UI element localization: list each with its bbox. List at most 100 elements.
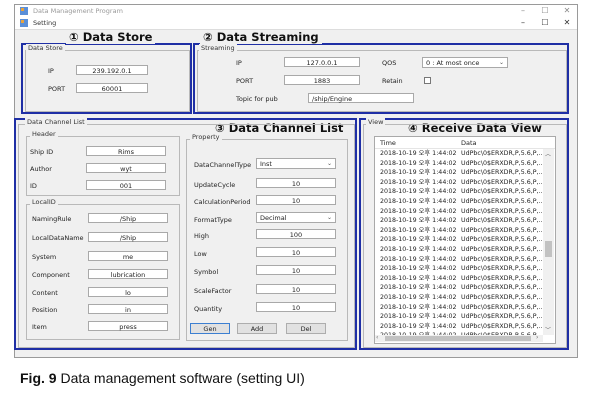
list-item[interactable]: 2018-10-19 오후 1:44:02 UdPbc\0$ERXDR,P,5.6…	[375, 293, 543, 303]
form-title-bar: Setting – ☐ ✕	[15, 17, 577, 30]
local-data-name-input[interactable]: /Ship	[88, 232, 168, 242]
update-cycle-input[interactable]: 10	[256, 178, 336, 188]
low-input[interactable]: 10	[256, 247, 336, 257]
content-label: Content	[32, 289, 58, 297]
content-input[interactable]: lo	[88, 287, 168, 297]
list-item-data: UdPbc\0$ERXDR,P,5.6,P,...	[461, 159, 543, 167]
list-item-data: UdPbc\0$ERXDR,P,5.6,P,...	[461, 169, 543, 177]
scroll-up-icon[interactable]: ︿	[545, 149, 551, 158]
list-item[interactable]: 2018-10-19 오후 1:44:02 UdPbc\0$ERXDR,P,5.6…	[375, 312, 543, 322]
list-item[interactable]: 2018-10-19 오후 1:44:02 UdPbc\0$ERXDR,P,5.6…	[375, 274, 543, 284]
symbol-input[interactable]: 10	[256, 265, 336, 275]
format-type-value: Decimal	[260, 214, 287, 222]
low-label: Low	[194, 250, 207, 258]
streaming-group-label: Streaming	[199, 44, 237, 52]
property-group-label: Property	[190, 133, 222, 141]
figure-caption-text: Data management software (setting UI)	[60, 370, 305, 386]
naming-rule-label: NamingRule	[32, 215, 72, 223]
data-store-port-input[interactable]: 60001	[76, 83, 148, 93]
streaming-ip-input[interactable]: 127.0.0.1	[284, 57, 360, 67]
form-minimize-button[interactable]: –	[513, 18, 533, 28]
list-item-data: UdPbc\0$ERXDR,P,5.6,P,...	[461, 303, 543, 311]
minimize-button[interactable]: –	[513, 6, 533, 16]
list-item[interactable]: 2018-10-19 오후 1:44:02 UdPbc\0$ERXDR,P,5.6…	[375, 245, 543, 255]
receive-data-listview[interactable]: Time Data 2018-10-19 오후 1:44:02 UdPbc\0$E…	[374, 136, 556, 344]
retain-checkbox[interactable]	[424, 77, 431, 84]
author-input[interactable]: wyt	[86, 163, 166, 173]
high-input[interactable]: 100	[256, 229, 336, 239]
view-group-label: View	[366, 118, 386, 126]
add-button[interactable]: Add	[237, 323, 277, 334]
list-item[interactable]: 2018-10-19 오후 1:44:02 UdPbc\0$ERXDR,P,5.6…	[375, 283, 543, 293]
list-item-data: UdPbc\0$ERXDR,P,5.6,P,...	[461, 226, 543, 234]
component-label: Component	[32, 271, 70, 279]
data-store-group-label: Data Store	[26, 44, 65, 52]
form-title: Setting	[33, 19, 57, 27]
list-item[interactable]: 2018-10-19 오후 1:44:02 UdPbc\0$ERXDR,P,5.6…	[375, 303, 543, 313]
list-item-time: 2018-10-19 오후 1:44:02	[380, 188, 457, 196]
list-item[interactable]: 2018-10-19 오후 1:44:02 UdPbc\0$ERXDR,P,5.6…	[375, 149, 543, 159]
horizontal-scrollbar-thumb[interactable]	[385, 336, 531, 341]
list-item-time: 2018-10-19 오후 1:44:02	[380, 245, 457, 253]
local-data-name-label: LocalDataName	[32, 234, 84, 242]
list-item-data: UdPbc\0$ERXDR,P,5.6,P,...	[461, 322, 543, 330]
list-item[interactable]: 2018-10-19 오후 1:44:02 UdPbc\0$ERXDR,P,5.6…	[375, 207, 543, 217]
system-input[interactable]: me	[88, 251, 168, 261]
chevron-down-icon: ⌄	[498, 59, 504, 66]
list-item[interactable]: 2018-10-19 오후 1:44:02 UdPbc\0$ERXDR,P,5.6…	[375, 178, 543, 188]
calculation-period-input[interactable]: 10	[256, 195, 336, 205]
data-streaming-annotation: ② Data Streaming	[200, 30, 322, 44]
position-input[interactable]: in	[88, 304, 168, 314]
list-item-data: UdPbc\0$ERXDR,P,5.6,P,...	[461, 274, 543, 282]
close-button[interactable]: ✕	[557, 6, 577, 16]
list-item-data: UdPbc\0$ERXDR,P,5.6,P,...	[461, 188, 543, 196]
list-item-data: UdPbc\0$ERXDR,P,5.6,P,...	[461, 255, 543, 263]
scroll-right-icon[interactable]: ›	[536, 334, 538, 341]
quantity-label: Quantity	[194, 305, 223, 313]
scroll-down-icon[interactable]: ﹀	[545, 325, 551, 334]
header-group-label: Header	[30, 130, 58, 138]
streaming-port-input[interactable]: 1883	[284, 75, 360, 85]
id-input[interactable]: 001	[86, 180, 166, 190]
chevron-down-icon: ⌄	[326, 160, 332, 167]
item-label: Item	[32, 323, 47, 331]
component-input[interactable]: lubrication	[88, 269, 168, 279]
quantity-input[interactable]: 10	[256, 302, 336, 312]
data-channel-type-select[interactable]: Inst ⌄	[256, 158, 336, 169]
gen-button[interactable]: Gen	[190, 323, 230, 334]
vertical-scrollbar[interactable]: ︿ ﹀	[543, 149, 554, 335]
list-item[interactable]: 2018-10-19 오후 1:44:02 UdPbc\0$ERXDR,P,5.6…	[375, 264, 543, 274]
data-store-ip-input[interactable]: 239.192.0.1	[76, 65, 148, 75]
scale-factor-input[interactable]: 10	[256, 284, 336, 294]
list-item[interactable]: 2018-10-19 오후 1:44:02 UdPbc\0$ERXDR,P,5.6…	[375, 235, 543, 245]
column-header-data[interactable]: Data	[461, 139, 477, 147]
list-item-time: 2018-10-19 오후 1:44:02	[380, 303, 457, 311]
del-button[interactable]: Del	[286, 323, 326, 334]
list-item[interactable]: 2018-10-19 오후 1:44:02 UdPbc\0$ERXDR,P,5.6…	[375, 197, 543, 207]
list-item-time: 2018-10-19 오후 1:44:02	[380, 313, 457, 321]
list-item[interactable]: 2018-10-19 오후 1:44:02 UdPbc\0$ERXDR,P,5.6…	[375, 226, 543, 236]
horizontal-scrollbar[interactable]: ‹ ›	[375, 334, 543, 342]
list-item[interactable]: 2018-10-19 오후 1:44:02 UdPbc\0$ERXDR,P,5.6…	[375, 216, 543, 226]
maximize-button[interactable]: ☐	[535, 6, 555, 16]
list-item-time: 2018-10-19 오후 1:44:02	[380, 322, 457, 330]
item-input[interactable]: press	[88, 321, 168, 331]
format-type-select[interactable]: Decimal ⌄	[256, 212, 336, 223]
form-maximize-button[interactable]: ☐	[535, 18, 555, 28]
list-item[interactable]: 2018-10-19 오후 1:44:02 UdPbc\0$ERXDR,P,5.6…	[375, 168, 543, 178]
list-item[interactable]: 2018-10-19 오후 1:44:02 UdPbc\0$ERXDR,P,5.6…	[375, 322, 543, 332]
column-header-time[interactable]: Time	[380, 139, 396, 147]
list-item[interactable]: 2018-10-19 오후 1:44:02 UdPbc\0$ERXDR,P,5.6…	[375, 159, 543, 169]
ship-id-input[interactable]: Rims	[86, 146, 166, 156]
scrollbar-thumb[interactable]	[545, 241, 552, 257]
form-close-button[interactable]: ✕	[557, 18, 577, 28]
symbol-label: Symbol	[194, 268, 219, 276]
qos-select[interactable]: 0 : At most once ⌄	[422, 57, 508, 68]
list-item-data: UdPbc\0$ERXDR,P,5.6,P,...	[461, 293, 543, 301]
list-item-data: UdPbc\0$ERXDR,P,5.6,P,...	[461, 178, 543, 186]
scroll-left-icon[interactable]: ‹	[376, 334, 378, 341]
naming-rule-input[interactable]: /Ship	[88, 213, 168, 223]
streaming-topic-input[interactable]: /ship/Engine	[308, 93, 414, 103]
list-item[interactable]: 2018-10-19 오후 1:44:02 UdPbc\0$ERXDR,P,5.6…	[375, 187, 543, 197]
list-item[interactable]: 2018-10-19 오후 1:44:02 UdPbc\0$ERXDR,P,5.6…	[375, 255, 543, 265]
